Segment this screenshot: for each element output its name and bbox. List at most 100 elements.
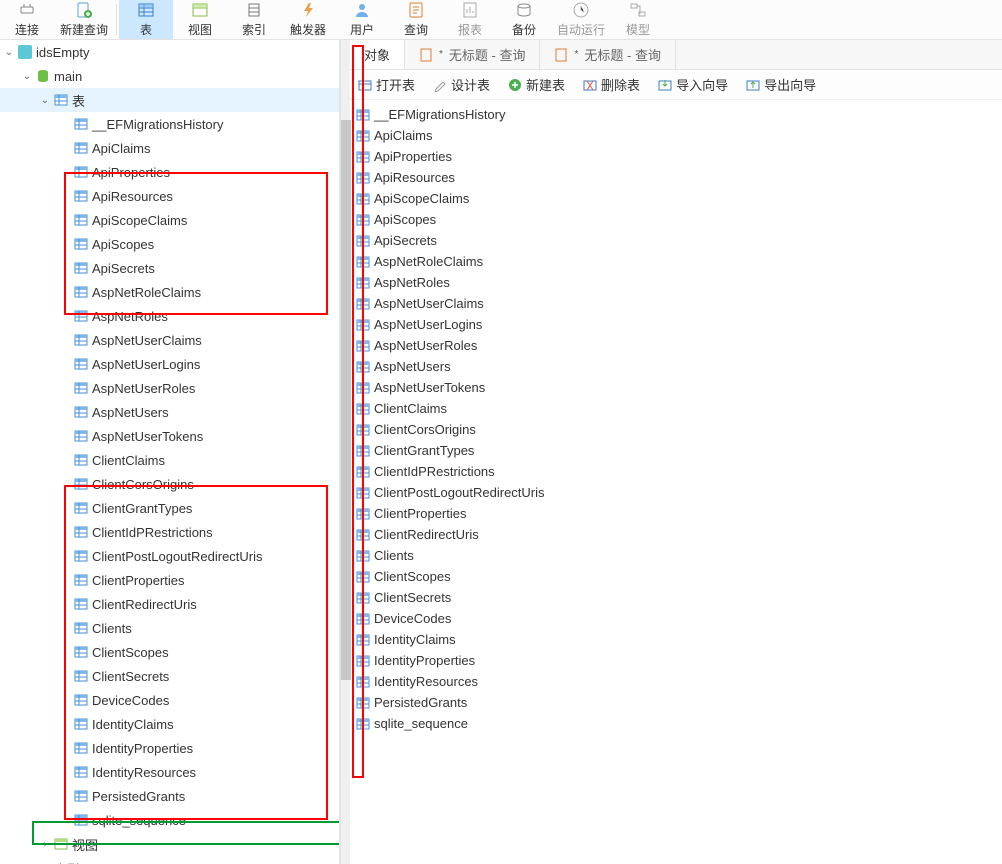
table-icon: [74, 669, 88, 683]
tree-table-item[interactable]: AspNetUsers: [0, 400, 339, 424]
object-list-item[interactable]: IdentityResources: [356, 671, 996, 692]
table-icon: [74, 213, 88, 227]
tree-table-item[interactable]: ClientCorsOrigins: [0, 472, 339, 496]
chevron-down-icon: ⌄: [40, 95, 50, 106]
tab-untitled-2[interactable]: * 无标题 - 查询: [540, 40, 675, 69]
toolbar-new-query[interactable]: 新建查询: [54, 0, 114, 39]
table-icon: [356, 402, 370, 416]
object-list-item[interactable]: ApiSecrets: [356, 230, 996, 251]
toolbar-model[interactable]: 模型: [611, 0, 665, 39]
export-wizard-button[interactable]: 导出向导: [746, 75, 816, 94]
object-list-item[interactable]: ApiClaims: [356, 125, 996, 146]
toolbar-report[interactable]: 报表: [443, 0, 497, 39]
tree-table-item[interactable]: AspNetUserTokens: [0, 424, 339, 448]
toolbar-trigger[interactable]: 触发器: [281, 0, 335, 39]
table-icon: [356, 423, 370, 437]
tree-table-item[interactable]: ClientProperties: [0, 568, 339, 592]
tree-table-item[interactable]: IdentityResources: [0, 760, 339, 784]
object-list-item[interactable]: __EFMigrationsHistory: [356, 104, 996, 125]
object-list-item[interactable]: ClientProperties: [356, 503, 996, 524]
object-list-item[interactable]: AspNetUserClaims: [356, 293, 996, 314]
open-table-button[interactable]: 打开表: [358, 75, 415, 94]
toolbar-backup[interactable]: 备份: [497, 0, 551, 39]
tree-tables-folder[interactable]: ⌄ 表: [0, 88, 339, 112]
object-list-item[interactable]: ApiScopeClaims: [356, 188, 996, 209]
tree-table-item[interactable]: ClientSecrets: [0, 664, 339, 688]
object-list-item[interactable]: AspNetUserTokens: [356, 377, 996, 398]
object-list-item[interactable]: PersistedGrants: [356, 692, 996, 713]
object-list-item[interactable]: ClientRedirectUris: [356, 524, 996, 545]
table-icon: [356, 318, 370, 332]
tree-table-item[interactable]: __EFMigrationsHistory: [0, 112, 339, 136]
tree-table-item[interactable]: AspNetRoleClaims: [0, 280, 339, 304]
toolbar-query[interactable]: 查询: [389, 0, 443, 39]
object-list-item[interactable]: AspNetUserLogins: [356, 314, 996, 335]
tree-table-item[interactable]: AspNetUserLogins: [0, 352, 339, 376]
tree-table-item[interactable]: ApiProperties: [0, 160, 339, 184]
object-list-item[interactable]: DeviceCodes: [356, 608, 996, 629]
import-wizard-button[interactable]: 导入向导: [658, 75, 728, 94]
object-list-item[interactable]: AspNetUserRoles: [356, 335, 996, 356]
tree-table-item[interactable]: ClientScopes: [0, 640, 339, 664]
object-list-item[interactable]: ApiResources: [356, 167, 996, 188]
table-icon: [356, 507, 370, 521]
tree-table-item[interactable]: ClientIdPRestrictions: [0, 520, 339, 544]
toolbar-user[interactable]: 用户: [335, 0, 389, 39]
object-list-item[interactable]: AspNetRoleClaims: [356, 251, 996, 272]
tree-schema[interactable]: ⌄ main: [0, 64, 339, 88]
tree-table-item[interactable]: ApiScopes: [0, 232, 339, 256]
tree-table-item[interactable]: AspNetUserClaims: [0, 328, 339, 352]
tree-table-item[interactable]: ClientClaims: [0, 448, 339, 472]
tree-table-item[interactable]: sqlite_sequence: [0, 808, 339, 832]
object-list-item[interactable]: ApiProperties: [356, 146, 996, 167]
object-list-item[interactable]: ClientPostLogoutRedirectUris: [356, 482, 996, 503]
tree-table-item[interactable]: IdentityClaims: [0, 712, 339, 736]
object-list-item[interactable]: AspNetRoles: [356, 272, 996, 293]
main-toolbar: 连接 新建查询 表 视图 索引 触发器 用户 查询 报表 备份 自动运行: [0, 0, 1002, 40]
tree-table-item[interactable]: PersistedGrants: [0, 784, 339, 808]
tree-table-item[interactable]: ApiScopeClaims: [0, 208, 339, 232]
toolbar-table[interactable]: 表: [119, 0, 173, 39]
object-list-item[interactable]: ClientIdPRestrictions: [356, 461, 996, 482]
design-table-button[interactable]: 设计表: [433, 75, 490, 94]
tab-objects[interactable]: 对象: [350, 40, 405, 69]
table-icon: [74, 357, 88, 371]
tree-table-item[interactable]: ClientRedirectUris: [0, 592, 339, 616]
scrollbar[interactable]: [340, 40, 350, 864]
toolbar-index[interactable]: 索引: [227, 0, 281, 39]
object-list-item[interactable]: ClientSecrets: [356, 587, 996, 608]
tab-untitled-1[interactable]: * 无标题 - 查询: [405, 40, 540, 69]
plug-icon: [18, 1, 36, 19]
tree-views-folder[interactable]: › 视图: [0, 832, 339, 856]
tree-table-item[interactable]: ApiSecrets: [0, 256, 339, 280]
object-list-item[interactable]: IdentityProperties: [356, 650, 996, 671]
tree-table-item[interactable]: ApiResources: [0, 184, 339, 208]
tree-table-item[interactable]: DeviceCodes: [0, 688, 339, 712]
tree-table-item[interactable]: IdentityProperties: [0, 736, 339, 760]
object-list-item[interactable]: AspNetUsers: [356, 356, 996, 377]
tree-table-item[interactable]: ClientPostLogoutRedirectUris: [0, 544, 339, 568]
object-list-item[interactable]: ClientCorsOrigins: [356, 419, 996, 440]
toolbar-auto[interactable]: 自动运行: [551, 0, 611, 39]
toolbar-connect[interactable]: 连接: [0, 0, 54, 39]
object-list-item[interactable]: ClientScopes: [356, 566, 996, 587]
tree-table-item[interactable]: Clients: [0, 616, 339, 640]
object-list-item[interactable]: sqlite_sequence: [356, 713, 996, 734]
tree-table-item[interactable]: ApiClaims: [0, 136, 339, 160]
object-list-item[interactable]: ClientClaims: [356, 398, 996, 419]
tree-database[interactable]: ⌄ idsEmpty: [0, 40, 339, 64]
tree-last-folder[interactable]: 索引: [0, 856, 339, 864]
tree-table-item[interactable]: AspNetUserRoles: [0, 376, 339, 400]
object-list-item[interactable]: ClientGrantTypes: [356, 440, 996, 461]
delete-table-button[interactable]: 删除表: [583, 75, 640, 94]
object-list-item[interactable]: IdentityClaims: [356, 629, 996, 650]
tree-table-item[interactable]: ClientGrantTypes: [0, 496, 339, 520]
tree-table-item[interactable]: AspNetRoles: [0, 304, 339, 328]
export-icon: [746, 78, 760, 92]
query-icon: [407, 1, 425, 19]
toolbar-view[interactable]: 视图: [173, 0, 227, 39]
new-table-button[interactable]: 新建表: [508, 75, 565, 94]
table-icon: [74, 285, 88, 299]
object-list-item[interactable]: Clients: [356, 545, 996, 566]
object-list-item[interactable]: ApiScopes: [356, 209, 996, 230]
